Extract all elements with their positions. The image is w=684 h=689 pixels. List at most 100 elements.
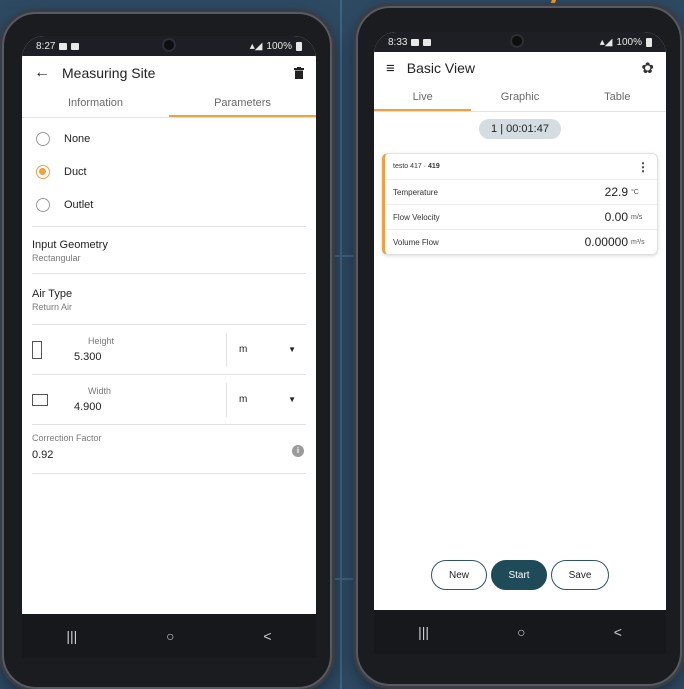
input-geometry-value: Rectangular: [32, 253, 81, 263]
info-icon[interactable]: i: [292, 445, 304, 457]
left-screen: 8:27 ▴◢ 100% ← Measuring Site Informatio…: [22, 36, 316, 658]
input-geometry-label: Input Geometry: [32, 239, 108, 251]
trash-icon[interactable]: [294, 67, 304, 79]
reading-value: 0.00000: [584, 235, 628, 249]
recents-icon[interactable]: |||: [66, 628, 77, 644]
status-time: 8:27: [36, 40, 56, 52]
battery-level: 100%: [616, 36, 642, 48]
reading-name: Flow Velocity: [393, 212, 440, 222]
reading-name: Temperature: [393, 187, 438, 197]
site-type-label: Duct: [64, 165, 87, 178]
reading-unit: m/s: [631, 213, 643, 221]
action-buttons: New Start Save: [374, 560, 666, 590]
timer-container: 1 | 00:01:47: [374, 119, 666, 139]
height-unit: m: [239, 344, 248, 355]
height-dimension-icon: [32, 340, 42, 359]
background-line: [340, 0, 342, 689]
gear-icon[interactable]: ✿: [641, 59, 654, 77]
radio-checked-icon[interactable]: [36, 164, 50, 179]
radio-icon[interactable]: [36, 197, 50, 212]
height-unit-select[interactable]: m ▼: [226, 332, 306, 367]
battery-level: 100%: [266, 40, 292, 52]
site-type-outlet[interactable]: Outlet: [22, 188, 316, 221]
device-model: testo 417 ·: [393, 163, 429, 170]
notification-icon: [423, 38, 432, 46]
tab-table[interactable]: Table: [569, 84, 666, 111]
device-card: testo 417 · 419 ⋮ Temperature 22.9 °C Fl…: [382, 153, 658, 255]
reading-unit: m³/s: [631, 238, 645, 246]
air-type-value: Return Air: [32, 302, 73, 312]
air-type-field[interactable]: Air Type Return Air: [22, 274, 316, 324]
reading-value: 22.9: [604, 185, 628, 199]
width-dimension-icon: [32, 393, 48, 406]
right-phone: 8:33 ▴◢ 100% ≡ Basic View ✿ Live Graphic…: [356, 6, 682, 686]
recents-icon[interactable]: |||: [418, 624, 429, 640]
page-title: Basic View: [406, 60, 475, 76]
reading-row: Flow Velocity 0.00 m/s: [385, 204, 657, 229]
divider: [32, 473, 306, 474]
system-nav-bar: ||| ○ <: [22, 614, 316, 658]
battery-icon: [646, 37, 652, 47]
air-type-label: Air Type: [32, 288, 73, 300]
reading-unit: °C: [631, 188, 639, 196]
battery-icon: [296, 41, 302, 51]
reading-row: Temperature 22.9 °C: [385, 179, 657, 204]
page-title: Measuring Site: [62, 65, 156, 81]
measurement-timer: 1 | 00:01:47: [479, 119, 561, 139]
site-type-duct[interactable]: Duct: [22, 155, 316, 188]
height-input[interactable]: 5.300: [74, 351, 226, 363]
width-input[interactable]: 4.900: [74, 401, 226, 413]
home-icon[interactable]: ○: [517, 624, 525, 640]
device-header-row: testo 417 · 419 ⋮: [385, 154, 657, 179]
height-row: Height 5.300 m ▼: [22, 325, 316, 374]
input-geometry-field[interactable]: Input Geometry Rectangular: [22, 227, 316, 273]
status-time: 8:33: [388, 36, 408, 48]
tab-parameters[interactable]: Parameters: [169, 90, 316, 117]
width-unit: m: [239, 394, 248, 405]
signal-icon: ▴◢: [249, 40, 263, 52]
tab-graphic[interactable]: Graphic: [471, 84, 568, 111]
left-phone: 8:27 ▴◢ 100% ← Measuring Site Informatio…: [2, 12, 332, 689]
hamburger-menu-icon[interactable]: ≡: [386, 60, 395, 77]
camera-icon: [162, 38, 176, 52]
tab-bar: Live Graphic Table: [374, 84, 666, 112]
device-id: 419: [428, 163, 440, 170]
new-button[interactable]: New: [431, 560, 487, 590]
app-bar: ← Measuring Site: [22, 56, 316, 90]
save-button[interactable]: Save: [551, 560, 609, 590]
correction-factor-label: Correction Factor: [32, 433, 102, 443]
reading-name: Volume Flow: [393, 237, 439, 247]
more-vertical-icon[interactable]: ⋮: [637, 160, 649, 174]
width-label: Width: [88, 386, 112, 396]
site-type-label: None: [64, 132, 91, 145]
correction-factor-field[interactable]: Correction Factor 0.92 i: [22, 425, 316, 473]
tab-live[interactable]: Live: [374, 84, 472, 111]
width-row: Width 4.900 m ▼: [22, 375, 316, 424]
reading-row: Volume Flow 0.00000 m³/s: [385, 229, 657, 254]
dropdown-caret-icon: ▼: [288, 395, 296, 404]
notification-icon: [59, 42, 68, 50]
radio-icon[interactable]: [36, 131, 50, 146]
height-label: Height: [88, 336, 115, 346]
reading-value: 0.00: [604, 210, 628, 224]
signal-icon: ▴◢: [599, 36, 613, 48]
notification-icon: [411, 38, 420, 46]
tab-information[interactable]: Information: [22, 90, 169, 117]
arrow-left-icon[interactable]: ←: [34, 64, 50, 82]
notification-icon: [71, 42, 80, 50]
back-icon[interactable]: <: [263, 628, 271, 644]
correction-factor-value[interactable]: 0.92: [32, 449, 306, 461]
site-type-label: Outlet: [64, 198, 94, 211]
app-bar: ≡ Basic View ✿: [374, 52, 666, 84]
tab-bar: Information Parameters: [22, 90, 316, 118]
start-button[interactable]: Start: [491, 560, 547, 590]
home-icon[interactable]: ○: [166, 628, 174, 644]
camera-icon: [510, 34, 524, 48]
device-name: testo 417 · 419: [393, 163, 637, 170]
dropdown-caret-icon: ▼: [288, 345, 296, 354]
right-screen: 8:33 ▴◢ 100% ≡ Basic View ✿ Live Graphic…: [374, 32, 666, 654]
site-type-none[interactable]: None: [22, 122, 316, 155]
width-unit-select[interactable]: m ▼: [226, 382, 306, 417]
back-icon[interactable]: <: [614, 624, 622, 640]
system-nav-bar: ||| ○ <: [374, 610, 666, 654]
